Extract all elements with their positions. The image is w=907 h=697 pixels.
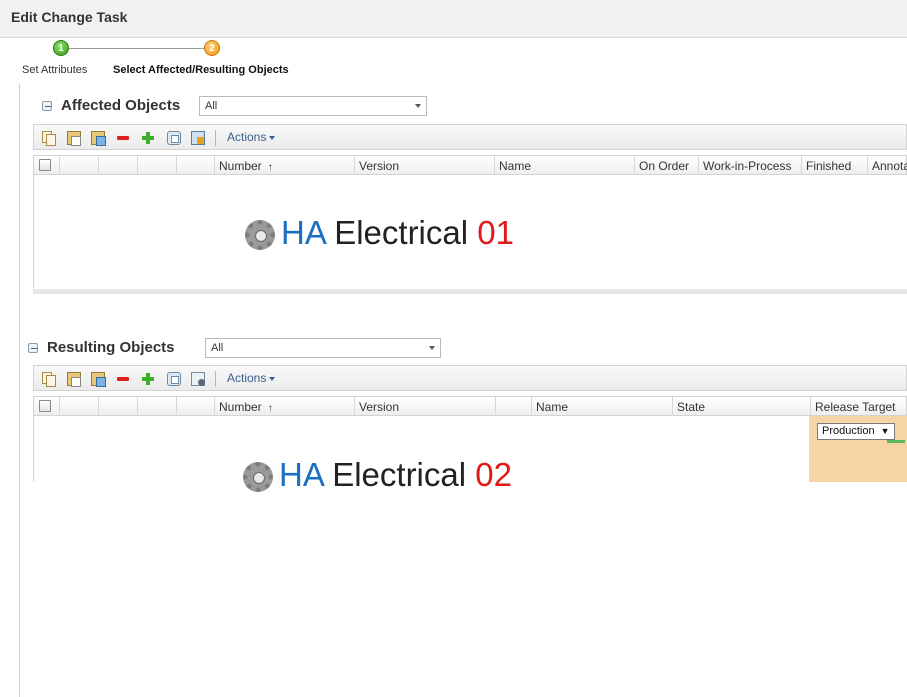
actions-label: Actions bbox=[227, 371, 267, 385]
column-header-blank bbox=[99, 397, 138, 416]
affected-table-header: Number ↑ Version Name On Order Work-in-Pr… bbox=[33, 155, 907, 175]
select-all-checkbox[interactable] bbox=[39, 159, 51, 171]
column-header-state[interactable]: State bbox=[673, 397, 811, 416]
column-header-finished[interactable]: Finished bbox=[802, 156, 868, 175]
watermark-word: Electrical bbox=[334, 214, 469, 251]
sort-ascending-icon: ↑ bbox=[267, 403, 273, 414]
affected-table-footer bbox=[33, 289, 907, 294]
toolbar-separator bbox=[215, 371, 216, 387]
caret-down-icon bbox=[269, 135, 276, 140]
column-header-release-target[interactable]: Release Target bbox=[811, 397, 907, 416]
release-target-cell: Production ▼ bbox=[809, 416, 907, 482]
remove-icon[interactable] bbox=[116, 372, 130, 386]
resulting-table-header: Number ↑ Version Name State Release Targe… bbox=[33, 396, 907, 416]
column-header-name[interactable]: Name bbox=[495, 156, 635, 175]
column-header-blank bbox=[496, 397, 532, 416]
gear-icon bbox=[245, 220, 275, 250]
paste-special-icon[interactable] bbox=[91, 372, 106, 387]
configure-icon[interactable] bbox=[191, 372, 205, 386]
column-header-blank bbox=[177, 397, 215, 416]
watermark-prefix: HA bbox=[281, 214, 326, 251]
column-header-number[interactable]: Number ↑ bbox=[215, 397, 355, 416]
step-2-label: Select Affected/Resulting Objects bbox=[113, 64, 289, 76]
resulting-toolbar: Actions bbox=[33, 365, 907, 391]
column-header-work-in-process[interactable]: Work-in-Process bbox=[699, 156, 802, 175]
column-header-version[interactable]: Version bbox=[355, 156, 495, 175]
dialog-header: Edit Change Task bbox=[0, 0, 907, 38]
watermark-word: Electrical bbox=[332, 456, 467, 493]
column-header-annotations[interactable]: Annota bbox=[868, 156, 907, 175]
sort-ascending-icon: ↑ bbox=[267, 162, 273, 173]
column-header-blank bbox=[138, 156, 177, 175]
affected-section-title: Affected Objects bbox=[61, 97, 181, 114]
toolbar-separator bbox=[215, 130, 216, 146]
resulting-actions-menu[interactable]: Actions bbox=[227, 371, 276, 385]
select-all-checkbox[interactable] bbox=[39, 400, 51, 412]
column-header-name[interactable]: Name bbox=[532, 397, 673, 416]
release-target-value: Production bbox=[822, 425, 875, 437]
affected-watermark: HA Electrical 01 bbox=[281, 214, 514, 252]
paste-icon[interactable] bbox=[67, 372, 81, 387]
compare-icon[interactable] bbox=[167, 131, 181, 145]
paste-special-icon[interactable] bbox=[91, 131, 106, 146]
column-header-blank bbox=[177, 156, 215, 175]
dropdown-arrow-icon: ▼ bbox=[880, 426, 890, 436]
resulting-collapse-icon[interactable] bbox=[28, 343, 38, 353]
wizard-progress-line bbox=[62, 48, 212, 49]
column-header-number[interactable]: Number ↑ bbox=[215, 156, 355, 175]
content-frame-border bbox=[19, 84, 20, 697]
affected-collapse-icon[interactable] bbox=[42, 101, 52, 111]
affected-filter-select[interactable]: All bbox=[199, 96, 427, 116]
watermark-number: 02 bbox=[475, 456, 512, 493]
chevron-down-icon bbox=[415, 104, 421, 108]
actions-label: Actions bbox=[227, 130, 267, 144]
release-target-select[interactable]: Production ▼ bbox=[817, 423, 895, 440]
resulting-watermark: HA Electrical 02 bbox=[279, 456, 512, 494]
status-indicator bbox=[887, 440, 905, 443]
affected-toolbar: Actions bbox=[33, 124, 907, 150]
column-header-blank bbox=[99, 156, 138, 175]
resulting-section-title: Resulting Objects bbox=[47, 339, 175, 356]
resulting-filter-select[interactable]: All bbox=[205, 338, 441, 358]
watermark-number: 01 bbox=[477, 214, 514, 251]
step-2-indicator[interactable]: 2 bbox=[204, 40, 220, 56]
step-1-label[interactable]: Set Attributes bbox=[22, 64, 87, 76]
column-header-blank bbox=[138, 397, 177, 416]
copy-icon[interactable] bbox=[42, 131, 56, 146]
step-1-indicator[interactable]: 1 bbox=[53, 40, 69, 56]
report-icon[interactable] bbox=[191, 131, 205, 145]
paste-icon[interactable] bbox=[67, 131, 81, 146]
add-icon[interactable] bbox=[141, 372, 155, 386]
add-icon[interactable] bbox=[141, 131, 155, 145]
caret-down-icon bbox=[269, 376, 276, 381]
dialog-title: Edit Change Task bbox=[11, 9, 128, 25]
select-all-cell bbox=[34, 397, 60, 416]
compare-icon[interactable] bbox=[167, 372, 181, 386]
column-header-version[interactable]: Version bbox=[355, 397, 496, 416]
affected-filter-value: All bbox=[205, 100, 218, 112]
affected-actions-menu[interactable]: Actions bbox=[227, 130, 276, 144]
gear-icon bbox=[243, 462, 273, 492]
copy-icon[interactable] bbox=[42, 372, 56, 387]
column-header-blank bbox=[60, 156, 99, 175]
resulting-filter-value: All bbox=[211, 342, 224, 354]
chevron-down-icon bbox=[429, 346, 435, 350]
remove-icon[interactable] bbox=[116, 131, 130, 145]
column-header-on-order[interactable]: On Order bbox=[635, 156, 699, 175]
column-header-blank bbox=[60, 397, 99, 416]
select-all-cell bbox=[34, 156, 60, 175]
watermark-prefix: HA bbox=[279, 456, 324, 493]
